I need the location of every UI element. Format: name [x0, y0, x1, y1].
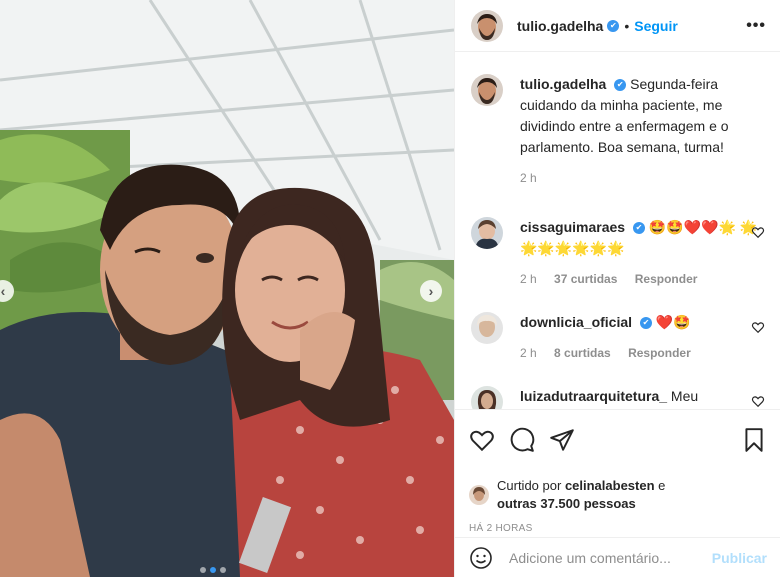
verified-badge-icon: ✔ — [614, 79, 627, 92]
share-paper-plane-icon[interactable] — [549, 427, 575, 453]
verified-badge-icon: ✔ — [607, 19, 620, 32]
separator-dot: • — [624, 17, 630, 34]
like-heart-icon[interactable] — [469, 427, 495, 453]
carousel-dot-active — [210, 567, 216, 573]
like-comment-heart-icon[interactable] — [751, 320, 765, 334]
post-side-panel: tulio.gadelha ✔ • Seguir ••• tulio.gadel… — [454, 0, 780, 577]
author-username[interactable]: tulio.gadelha — [517, 18, 603, 34]
commenter-avatar[interactable] — [471, 386, 503, 409]
more-options-icon[interactable]: ••• — [746, 17, 766, 35]
post-timestamp[interactable]: HÁ 2 HORAS — [469, 523, 767, 534]
comment-item: cissaguimaraes ✔ 🤩🤩❤️❤️🌟 🌟🌟🌟🌟🌟🌟🌟 2 h 37 … — [471, 217, 765, 290]
commenter-avatar[interactable] — [471, 217, 503, 249]
commenter-avatar[interactable] — [471, 312, 503, 344]
comment-username[interactable]: luizadutraarquitetura_ — [520, 388, 667, 404]
liked-by: Curtido por celinalabesten e outras 37.5… — [469, 477, 767, 513]
caption-time[interactable]: 2 h — [520, 171, 537, 185]
author-avatar[interactable] — [471, 9, 503, 42]
reply-button[interactable]: Responder — [628, 346, 691, 360]
post-header: tulio.gadelha ✔ • Seguir ••• — [455, 0, 780, 52]
post-photo[interactable]: ‹ › — [0, 0, 454, 577]
caption: tulio.gadelha ✔ Segunda-feira cuidando d… — [471, 74, 765, 189]
carousel-dot — [200, 567, 206, 573]
likes-count[interactable]: outras 37.500 pessoas — [497, 496, 636, 511]
comment-likes[interactable]: 37 curtidas — [554, 272, 617, 286]
like-comment-heart-icon[interactable] — [751, 225, 765, 239]
carousel-indicator — [200, 567, 226, 573]
like-comment-heart-icon[interactable] — [751, 394, 765, 408]
comment-likes[interactable]: 8 curtidas — [554, 346, 611, 360]
comment-username[interactable]: cissaguimaraes — [520, 219, 625, 235]
verified-badge-icon: ✔ — [632, 222, 645, 235]
comments-list[interactable]: tulio.gadelha ✔ Segunda-feira cuidando d… — [455, 52, 780, 409]
follow-button[interactable]: Seguir — [634, 18, 678, 34]
next-photo-button[interactable]: › — [420, 280, 442, 302]
comment-bubble-icon[interactable] — [509, 427, 535, 453]
liker-avatar[interactable] — [469, 485, 489, 505]
comment-item: downlicia_oficial ✔ ❤️🤩 2 h 8 curtidas R… — [471, 312, 765, 364]
action-bar — [469, 424, 767, 456]
comment-time[interactable]: 2 h — [520, 346, 537, 360]
add-comment-bar: Publicar — [455, 537, 780, 577]
publish-button[interactable]: Publicar — [712, 550, 767, 566]
bookmark-icon[interactable] — [741, 427, 767, 453]
comment-item: luizadutraarquitetura_ Meu Presidente e … — [471, 386, 765, 409]
liked-by-connector: e — [658, 478, 666, 493]
author-avatar[interactable] — [471, 74, 503, 106]
comment-text: ❤️🤩 — [655, 314, 691, 330]
liked-by-user[interactable]: celinalabesten — [565, 478, 655, 493]
photo-image — [0, 0, 454, 577]
comment-input[interactable] — [509, 549, 712, 566]
caption-username[interactable]: tulio.gadelha — [520, 76, 606, 92]
comment-username[interactable]: downlicia_oficial — [520, 314, 632, 330]
verified-badge-icon: ✔ — [639, 317, 652, 330]
reply-button[interactable]: Responder — [635, 272, 698, 286]
carousel-dot — [220, 567, 226, 573]
emoji-smile-icon[interactable] — [469, 546, 493, 570]
liked-by-prefix: Curtido por — [497, 478, 562, 493]
comment-time[interactable]: 2 h — [520, 272, 537, 286]
